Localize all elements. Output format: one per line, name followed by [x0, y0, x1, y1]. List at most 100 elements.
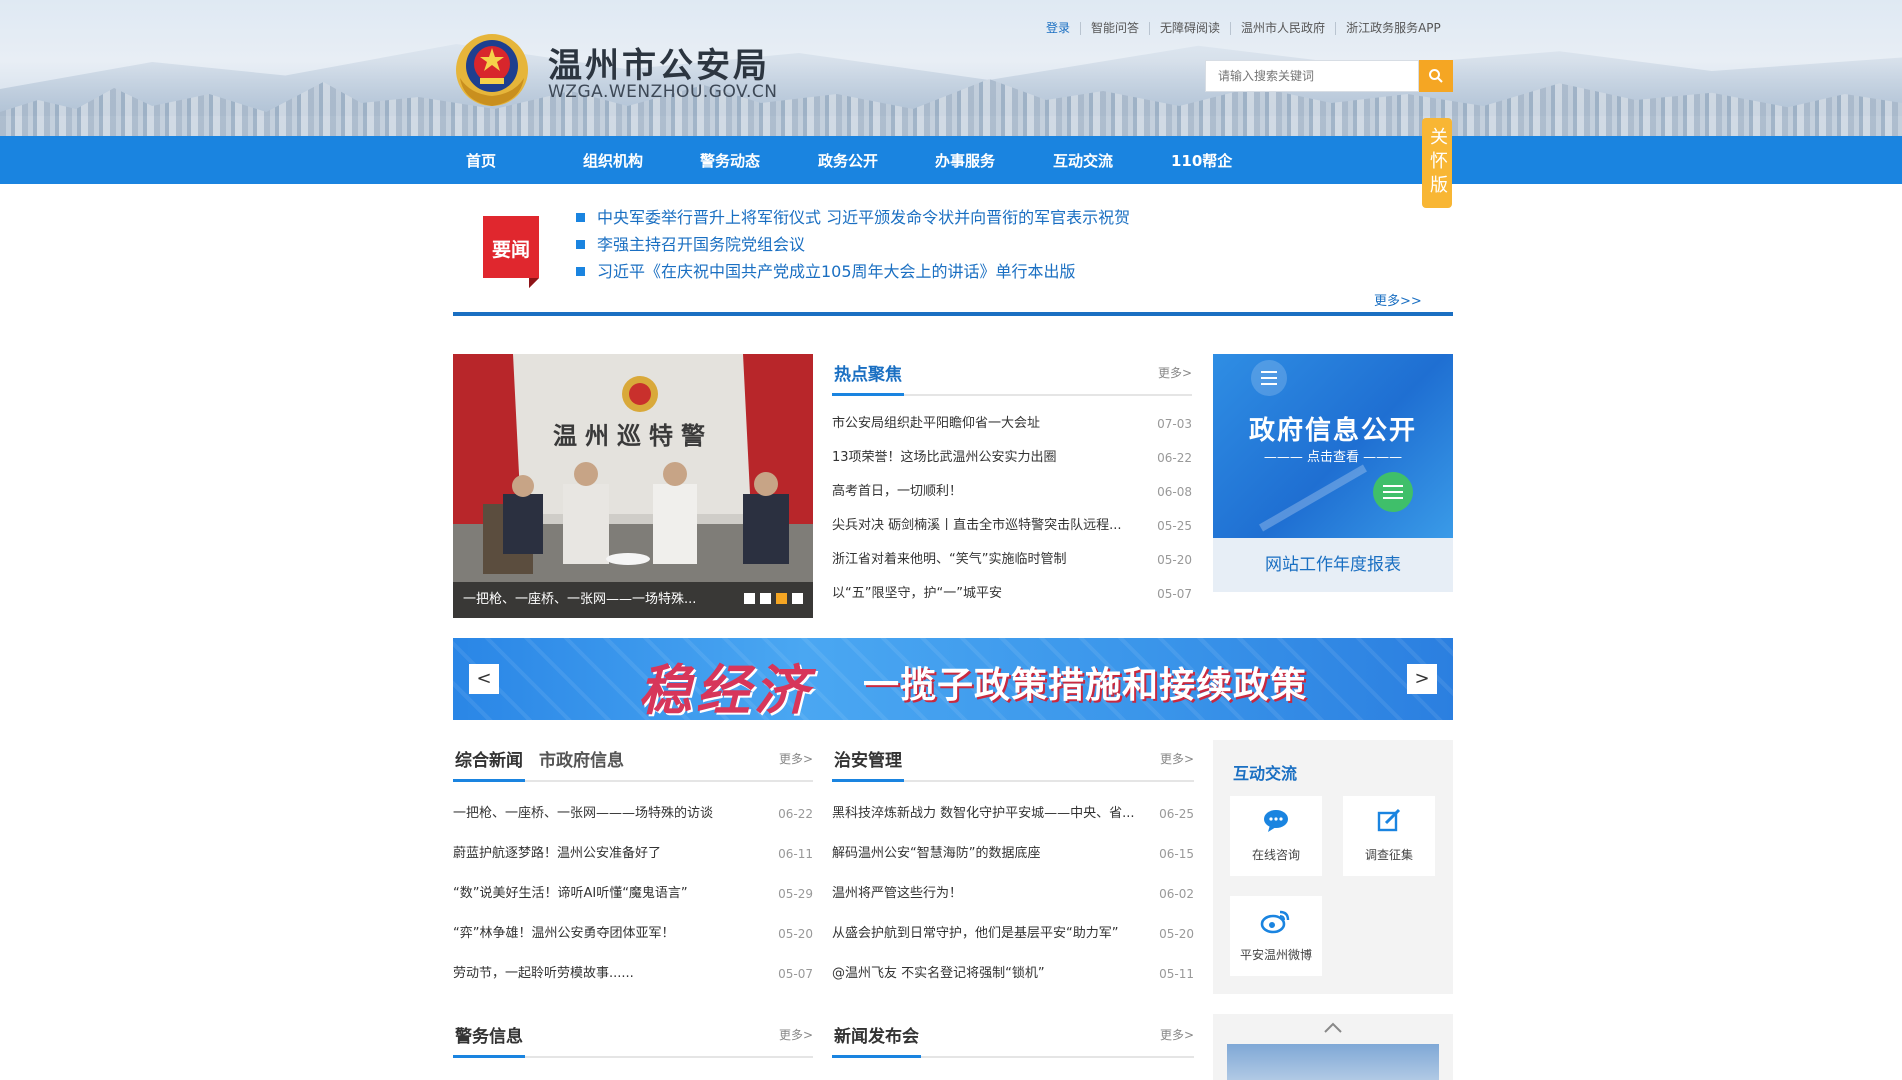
headline-item[interactable]: 中央军委举行晋升上将军衔仪式 习近平颁发命令状并向晋衔的军官表示祝贺: [576, 204, 1130, 231]
nav-item-police-news[interactable]: 警务动态: [700, 150, 818, 171]
search-button[interactable]: [1419, 60, 1453, 92]
list-item[interactable]: 一把枪、一座桥、一张网———场特殊的访谈 06-22: [453, 798, 813, 838]
headline-item[interactable]: 习近平《在庆祝中国共产党成立105周年大会上的讲话》单行本出版: [576, 258, 1130, 285]
headline-divider: [453, 312, 1453, 316]
chat-icon: [1264, 810, 1288, 832]
general-news-list: 一把枪、一座桥、一张网———场特殊的访谈 06-22 蔚蓝护航逐梦路！温州公安准备…: [453, 798, 813, 998]
side-media-panel: [1213, 1014, 1453, 1080]
search-box: [1205, 60, 1453, 92]
annual-report-link[interactable]: 网站工作年度报表: [1213, 538, 1453, 592]
banner-title: 稳经济: [638, 659, 812, 720]
decorative-stripe: [1259, 464, 1367, 532]
hot-focus-title[interactable]: 热点聚焦: [832, 358, 904, 396]
security-title[interactable]: 治安管理: [832, 744, 904, 782]
care-mode-button[interactable]: 关怀版: [1422, 118, 1452, 208]
police-info-title[interactable]: 警务信息: [453, 1020, 525, 1058]
headline-list: 中央军委举行晋升上将军衔仪式 习近平颁发命令状并向晋衔的军官表示祝贺 李强主持召…: [576, 204, 1130, 285]
press-header: 新闻发布会 更多>: [832, 1016, 1194, 1058]
press-title[interactable]: 新闻发布会: [832, 1020, 921, 1058]
gov-info-subtitle: ——— 点击查看 ———: [1263, 450, 1403, 465]
list-item[interactable]: 解码温州公安“智慧海防”的数据底座 06-15: [832, 838, 1194, 878]
list-item[interactable]: “数”说美好生活！谛听AI听懂“魔鬼语言” 05-29: [453, 878, 813, 918]
list-item[interactable]: “弈”林争雄！温州公安勇夺团体亚军！ 05-20: [453, 918, 813, 958]
police-info-header: 警务信息 更多>: [453, 1016, 813, 1058]
hot-focus-list: 市公安局组织赴平阳瞻仰省一大会址 07-03 13项荣誉！这场比武温州公安实力出圈…: [832, 407, 1192, 611]
headline-more-link[interactable]: 更多>>: [1374, 290, 1422, 309]
chevron-up-icon[interactable]: [1323, 1020, 1343, 1034]
carousel-dot[interactable]: [760, 593, 771, 604]
headline-badge: 要闻: [483, 216, 539, 288]
side-media-image[interactable]: [1227, 1044, 1439, 1080]
gov-info-title: 政府信息公开: [1248, 416, 1417, 446]
carousel-dot[interactable]: [792, 593, 803, 604]
list-item[interactable]: 劳动节，一起聆听劳模故事...... 05-07: [453, 958, 813, 998]
carousel-photo: 温州巡特警: [453, 354, 813, 618]
list-item[interactable]: 尖兵对决 砺剑楠溪丨直击全市巡特警突击队远程... 05-25: [832, 509, 1192, 543]
list-item[interactable]: 以“五”限坚守，护“一”城平安 05-07: [832, 577, 1192, 611]
list-item[interactable]: 市公安局组织赴平阳瞻仰省一大会址 07-03: [832, 407, 1192, 441]
city-government-link[interactable]: 温州市人民政府: [1231, 22, 1337, 35]
photo-carousel[interactable]: 温州巡特警 一把枪、一座桥、一张网——一场特殊...: [453, 354, 813, 618]
hot-focus-header: 热点聚焦 更多>: [832, 354, 1192, 396]
banner-subtitle: 一揽子政策措施和接续政策: [863, 665, 1308, 706]
accessibility-link[interactable]: 无障碍阅读: [1150, 22, 1232, 35]
list-item[interactable]: 高考首日，一切顺利！ 06-08: [832, 475, 1192, 509]
edit-icon: [1377, 808, 1401, 832]
site-title: 温州市公安局: [548, 46, 770, 86]
list-item[interactable]: 蔚蓝护航逐梦路！温州公安准备好了 06-11: [453, 838, 813, 878]
nav-item-interaction[interactable]: 互动交流: [1053, 150, 1171, 171]
list-item[interactable]: 黑科技淬炼新战力 数智化守护平安城——中央、省... 06-25: [832, 798, 1194, 838]
carousel-sign-text: 温州巡特警: [553, 421, 713, 450]
tab-city-gov-info[interactable]: 市政府信息: [539, 744, 624, 782]
headline-item[interactable]: 李强主持召开国务院党组会议: [576, 231, 1130, 258]
police-emblem-icon: [456, 34, 528, 106]
carousel-dots: [744, 593, 803, 604]
chat-bubble-icon: [1373, 472, 1413, 512]
zhejiang-app-link[interactable]: 浙江政务服务APP: [1336, 22, 1441, 35]
weibo-icon: [1260, 910, 1290, 934]
hot-focus-more-link[interactable]: 更多>: [1158, 364, 1192, 381]
carousel-dot-active[interactable]: [776, 593, 787, 604]
interaction-title: 互动交流: [1233, 764, 1298, 783]
press-more-link[interactable]: 更多>: [1160, 1026, 1194, 1043]
nav-item-organization[interactable]: 组织机构: [583, 150, 700, 171]
survey-button[interactable]: 调查征集: [1343, 796, 1435, 876]
smart-qa-link[interactable]: 智能问答: [1081, 22, 1151, 35]
general-news-header: 综合新闻 市政府信息 更多>: [453, 740, 813, 782]
nav-item-gov-affairs[interactable]: 政务公开: [818, 150, 935, 171]
login-link[interactable]: 登录: [1036, 22, 1082, 35]
headline-badge-label: 要闻: [492, 238, 530, 261]
top-links: 登录 智能问答 无障碍阅读 温州市人民政府 浙江政务服务APP: [1036, 22, 1441, 35]
list-item[interactable]: 温州将严管这些行为！ 06-02: [832, 878, 1194, 918]
policy-banner[interactable]: 稳经济 一揽子政策措施和接续政策 < >: [453, 638, 1453, 720]
interaction-panel: 互动交流 在线咨询 调查征集 平安温州微博: [1213, 740, 1453, 994]
banner-next-button[interactable]: >: [1407, 664, 1437, 694]
tab-general-news[interactable]: 综合新闻: [453, 744, 525, 782]
police-info-more-link[interactable]: 更多>: [779, 1026, 813, 1043]
site-domain: WZGA.WENZHOU.GOV.CN: [548, 82, 778, 102]
weibo-label: 平安温州微博: [1239, 948, 1312, 962]
weibo-button[interactable]: 平安温州微博: [1230, 896, 1322, 976]
banner-prev-button[interactable]: <: [469, 664, 499, 694]
nav-item-110-help[interactable]: 110帮企: [1171, 150, 1271, 171]
gov-info-link[interactable]: 政府信息公开 ——— 点击查看 ———: [1213, 354, 1453, 538]
gov-info-panel: 政府信息公开 ——— 点击查看 ——— 网站工作年度报表: [1213, 354, 1453, 592]
security-more-link[interactable]: 更多>: [1160, 750, 1194, 767]
list-item[interactable]: 浙江省对着来他明、“笑气”实施临时管制 05-20: [832, 543, 1192, 577]
security-header: 治安管理 更多>: [832, 740, 1194, 782]
carousel-dot[interactable]: [744, 593, 755, 604]
general-news-more-link[interactable]: 更多>: [779, 750, 813, 767]
document-icon: [1251, 360, 1287, 396]
nav-item-home[interactable]: 首页: [466, 150, 583, 171]
online-consult-label: 在线咨询: [1251, 848, 1300, 862]
main-nav: 首页 组织机构 警务动态 政务公开 办事服务 互动交流 110帮企: [0, 136, 1902, 184]
list-item[interactable]: 从盛会护航到日常守护，他们是基层平安“助力军” 05-20: [832, 918, 1194, 958]
nav-item-services[interactable]: 办事服务: [935, 150, 1053, 171]
search-input[interactable]: [1205, 60, 1419, 92]
online-consult-button[interactable]: 在线咨询: [1230, 796, 1322, 876]
header: 温州市公安局 WZGA.WENZHOU.GOV.CN 登录 智能问答 无障碍阅读…: [0, 0, 1902, 136]
list-item[interactable]: @温州飞友 不实名登记将强制“锁机” 05-11: [832, 958, 1194, 998]
list-item[interactable]: 13项荣誉！这场比武温州公安实力出圈 06-22: [832, 441, 1192, 475]
survey-label: 调查征集: [1364, 848, 1413, 862]
search-icon: [1429, 69, 1443, 83]
